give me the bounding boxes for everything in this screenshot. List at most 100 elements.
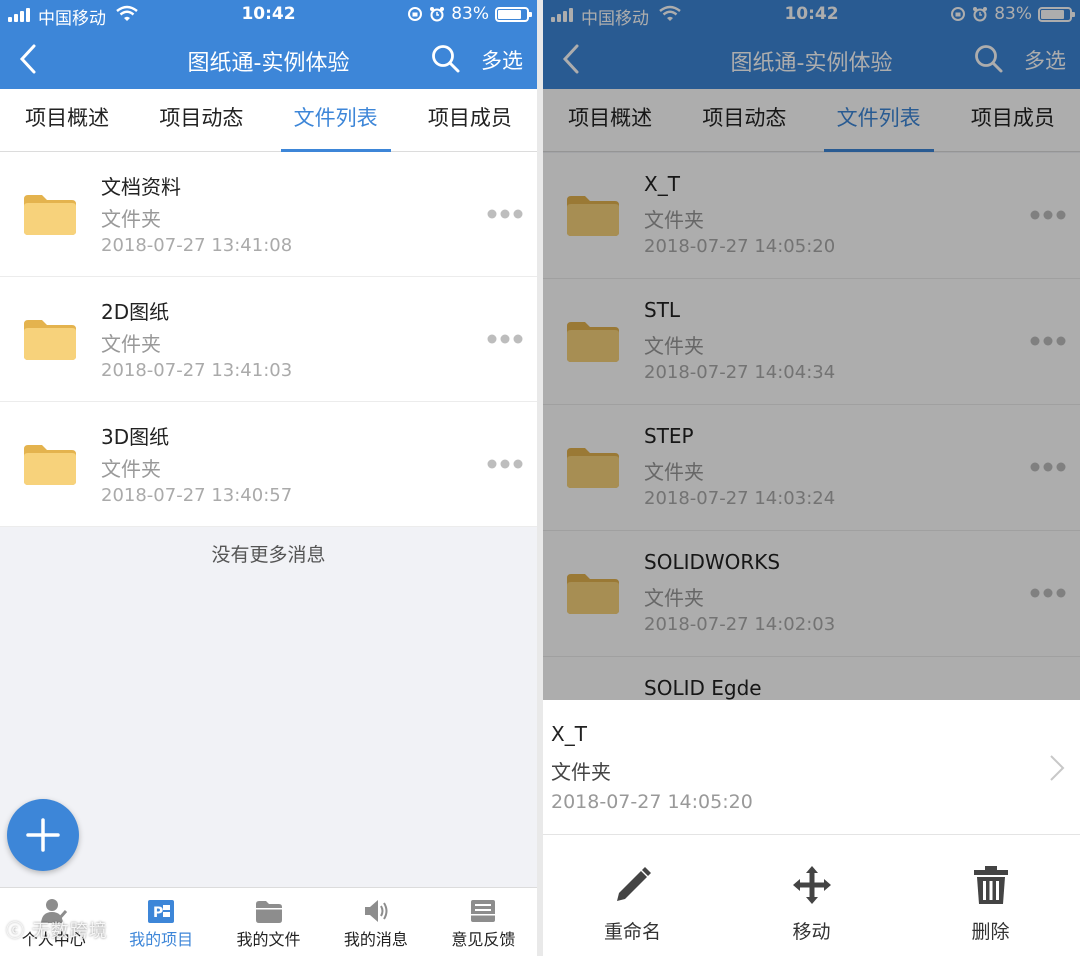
tab-members[interactable]: 项目成员 [946,89,1080,151]
tab-file-list[interactable]: 文件列表 [812,89,946,152]
file-type: 文件夹 [101,207,161,231]
file-date: 2018-07-27 13:41:08 [101,235,293,256]
rotation-lock-icon [408,7,423,21]
chevron-right-icon[interactable] [1048,753,1066,783]
folder-icon [255,901,282,923]
status-bar: 中国移动 10:42 83% [0,0,537,30]
watermark: ⓒ 无数跨境 [6,921,108,942]
file-name: SOLIDWORKS [644,550,781,574]
trash-icon [973,866,1008,904]
file-date: 2018-07-27 14:03:24 [644,488,836,509]
tab-overview[interactable]: 项目概述 [543,89,677,151]
folder-icon [24,195,76,235]
nav-bar: 图纸通-实例体验 多选 [0,30,537,89]
project-icon: P [148,900,175,923]
bottom-nav-label: 我的消息 [343,930,408,949]
more-options-icon[interactable] [1030,209,1066,221]
tab-members[interactable]: 项目成员 [403,89,537,151]
file-date: 2018-07-27 13:40:57 [101,485,293,506]
file-name: X_T [644,172,680,196]
more-options-icon[interactable] [1030,461,1066,473]
folder-icon [24,445,76,485]
file-row[interactable]: 文档资料 文件夹 2018-07-27 13:41:08 [0,152,537,277]
move-button[interactable]: 移动 [722,835,901,956]
file-list: X_T 文件夹 2018-07-27 14:05:20 STL 文件夹 2018… [543,153,1080,783]
battery-icon [495,6,532,22]
file-name: 2D图纸 [101,300,170,324]
file-name: 3D图纸 [101,425,170,449]
file-type: 文件夹 [644,460,704,484]
file-name: STL [644,298,681,322]
tab-activity[interactable]: 项目动态 [134,89,268,151]
search-icon[interactable] [974,44,1004,74]
right-screen: 中国移动 10:42 83% 图纸通-实例体验 多选 项目概述 项目动态 文件列… [543,0,1080,956]
file-list: 文档资料 文件夹 2018-07-27 13:41:08 2D图纸 文件夹 20… [0,152,537,527]
tab-activity[interactable]: 项目动态 [677,89,811,151]
file-row[interactable]: X_T 文件夹 2018-07-27 14:05:20 [543,153,1080,279]
rename-button[interactable]: 重命名 [543,835,722,956]
more-options-icon[interactable] [487,333,523,345]
bottom-nav-projects[interactable]: P 我的项目 [107,888,214,956]
multi-select-button[interactable]: 多选 [481,45,523,75]
alarm-icon [973,7,988,22]
bottom-nav-label: 意见反馈 [451,930,516,949]
rotation-lock-icon [951,7,966,21]
more-options-icon[interactable] [1030,587,1066,599]
bottom-nav-label: 我的项目 [129,930,194,949]
tab-file-list[interactable]: 文件列表 [269,89,403,152]
svg-text:P: P [153,905,163,921]
bottom-nav-label: 我的文件 [236,930,301,949]
file-type: 文件夹 [644,208,704,232]
file-name: 文档资料 [101,175,181,199]
file-type: 文件夹 [644,334,704,358]
file-row[interactable]: SOLIDWORKS 文件夹 2018-07-27 14:02:03 [543,531,1080,657]
file-date: 2018-07-27 14:02:03 [644,614,836,635]
more-options-icon[interactable] [1030,335,1066,347]
tab-bar: 项目概述 项目动态 文件列表 项目成员 [543,89,1080,152]
selected-file-type: 文件夹 [551,760,611,784]
bottom-nav-messages[interactable]: 我的消息 [322,888,429,956]
delete-button[interactable]: 删除 [901,835,1080,956]
move-icon [792,866,831,904]
multi-select-button[interactable]: 多选 [1024,45,1066,75]
file-date: 2018-07-27 14:05:20 [644,236,836,257]
battery-icon [1038,6,1075,22]
more-options-icon[interactable] [487,458,523,470]
selected-file-name: X_T [551,722,587,746]
status-bar: 中国移动 10:42 83% [543,0,1080,30]
no-more-messages: 没有更多消息 [211,544,326,566]
folder-icon [567,196,619,236]
search-icon[interactable] [431,44,461,74]
file-type: 文件夹 [644,586,704,610]
move-label: 移动 [792,921,831,943]
battery-percent: 83% [994,4,1032,24]
file-name: SOLID Egde [644,676,762,700]
action-sheet: 重命名 移动 删除 [543,835,1080,956]
file-date: 2018-07-27 14:04:34 [644,362,836,383]
speaker-icon [364,900,388,922]
feedback-icon [471,900,496,922]
plus-icon [26,818,60,852]
pencil-icon [616,867,651,901]
battery-percent: 83% [451,4,489,24]
file-row[interactable]: 2D图纸 文件夹 2018-07-27 13:41:03 [0,277,537,402]
add-button[interactable] [7,799,79,871]
bottom-nav-files[interactable]: 我的文件 [215,888,322,956]
file-name: STEP [644,424,694,448]
bottom-nav-feedback[interactable]: 意见反馈 [430,888,537,956]
file-row[interactable]: STEP 文件夹 2018-07-27 14:03:24 [543,405,1080,531]
more-options-icon[interactable] [487,208,523,220]
file-type: 文件夹 [101,332,161,356]
file-row[interactable]: STL 文件夹 2018-07-27 14:04:34 [543,279,1080,405]
folder-icon [567,574,619,614]
left-screen: 中国移动 10:42 83% 图纸通-实例体验 多选 项目概述 项目动态 文件列… [0,0,537,956]
nav-bar: 图纸通-实例体验 多选 [543,30,1080,89]
selected-file-info[interactable]: X_T 文件夹 2018-07-27 14:05:20 [543,700,1080,835]
tab-bar: 项目概述 项目动态 文件列表 项目成员 [0,89,537,152]
tab-overview[interactable]: 项目概述 [0,89,134,151]
file-date: 2018-07-27 13:41:03 [101,360,293,381]
file-row[interactable]: 3D图纸 文件夹 2018-07-27 13:40:57 [0,402,537,527]
folder-icon [567,448,619,488]
folder-icon [567,322,619,362]
alarm-icon [430,7,445,22]
